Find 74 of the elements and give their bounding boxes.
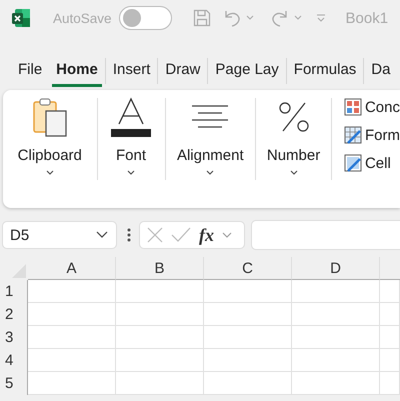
table-brush-icon bbox=[344, 126, 362, 144]
row-header[interactable]: 5 bbox=[0, 372, 28, 395]
ribbon-tab[interactable]: Da bbox=[367, 56, 394, 86]
chevron-down-icon bbox=[127, 170, 136, 176]
table-cell[interactable] bbox=[204, 280, 292, 303]
table-cell[interactable] bbox=[116, 326, 204, 349]
table-cell[interactable] bbox=[116, 280, 204, 303]
more-options-icon[interactable] bbox=[127, 228, 131, 242]
ribbon-group-button[interactable]: Number bbox=[256, 90, 331, 208]
table-cell[interactable] bbox=[116, 303, 204, 326]
customize-toolbar-icon[interactable] bbox=[316, 14, 326, 22]
table-cell[interactable] bbox=[116, 349, 204, 372]
ribbon-tab[interactable]: Home bbox=[52, 56, 102, 86]
table-cell[interactable] bbox=[28, 372, 116, 395]
style-command-button[interactable]: Conc bbox=[344, 96, 400, 118]
clipboard-icon bbox=[32, 97, 67, 137]
cancel-icon[interactable] bbox=[147, 227, 163, 243]
chevron-down-icon bbox=[46, 170, 54, 176]
table-cell[interactable] bbox=[204, 326, 292, 349]
table-cell[interactable] bbox=[204, 372, 292, 395]
ribbon-group-button[interactable]: Alignment bbox=[166, 90, 256, 208]
column-header[interactable]: C bbox=[204, 257, 292, 280]
save-icon[interactable] bbox=[192, 8, 212, 28]
ribbon-tab[interactable]: Insert bbox=[108, 56, 154, 86]
table-cell[interactable] bbox=[380, 326, 400, 349]
ribbon-group-button[interactable]: Clipboard bbox=[3, 90, 97, 208]
table-cell[interactable] bbox=[292, 372, 380, 395]
autosave-toggle[interactable] bbox=[118, 6, 172, 30]
ribbon-tab[interactable]: Formulas bbox=[290, 56, 360, 86]
row-header[interactable]: 2 bbox=[0, 303, 28, 326]
chevron-down-icon bbox=[206, 170, 214, 176]
table-cell[interactable] bbox=[380, 372, 400, 395]
table-cell[interactable] bbox=[204, 349, 292, 372]
cell-brush-icon bbox=[344, 154, 362, 172]
table-cell[interactable] bbox=[292, 349, 380, 372]
table-cell[interactable] bbox=[380, 349, 400, 372]
table-cell[interactable] bbox=[292, 303, 380, 326]
chevron-down-icon bbox=[290, 170, 298, 176]
excel-logo-icon bbox=[11, 8, 31, 28]
conditional-format-icon bbox=[344, 98, 362, 116]
table-cell[interactable] bbox=[380, 280, 400, 303]
column-header[interactable]: B bbox=[116, 257, 204, 280]
insert-function-button[interactable]: fx bbox=[199, 224, 214, 246]
chevron-down-icon[interactable] bbox=[222, 232, 232, 238]
table-cell[interactable] bbox=[28, 280, 116, 303]
check-icon[interactable] bbox=[171, 227, 191, 243]
formula-input-field[interactable] bbox=[251, 220, 400, 250]
column-header[interactable]: D bbox=[292, 257, 380, 280]
chevron-down-icon bbox=[96, 231, 108, 239]
ribbon-tab[interactable]: Draw bbox=[161, 56, 204, 86]
style-command-button[interactable]: Form bbox=[344, 124, 400, 146]
style-command-button[interactable]: Cell bbox=[344, 152, 400, 174]
table-cell[interactable] bbox=[116, 372, 204, 395]
table-cell[interactable] bbox=[28, 303, 116, 326]
table-cell[interactable] bbox=[28, 326, 116, 349]
column-header[interactable]: A bbox=[28, 257, 116, 280]
autosave-label: AutoSave bbox=[53, 10, 112, 26]
row-header[interactable]: 3 bbox=[0, 326, 28, 349]
table-cell[interactable] bbox=[292, 280, 380, 303]
document-title: Book1 bbox=[346, 10, 388, 26]
row-header[interactable]: 4 bbox=[0, 349, 28, 372]
table-cell[interactable] bbox=[204, 303, 292, 326]
chevron-down-icon[interactable] bbox=[294, 15, 302, 21]
ribbon-tab[interactable]: Page Lay bbox=[211, 56, 283, 86]
ribbon-tab[interactable]: File bbox=[14, 56, 46, 86]
name-box[interactable]: D5 bbox=[2, 221, 117, 249]
ribbon-group-button[interactable]: Font bbox=[98, 90, 165, 208]
table-cell[interactable] bbox=[292, 326, 380, 349]
percent-icon bbox=[278, 101, 310, 133]
chevron-down-icon[interactable] bbox=[246, 15, 254, 21]
row-header[interactable]: 1 bbox=[0, 280, 28, 303]
table-cell[interactable] bbox=[380, 303, 400, 326]
font-color-icon bbox=[111, 97, 152, 137]
table-cell[interactable] bbox=[28, 349, 116, 372]
